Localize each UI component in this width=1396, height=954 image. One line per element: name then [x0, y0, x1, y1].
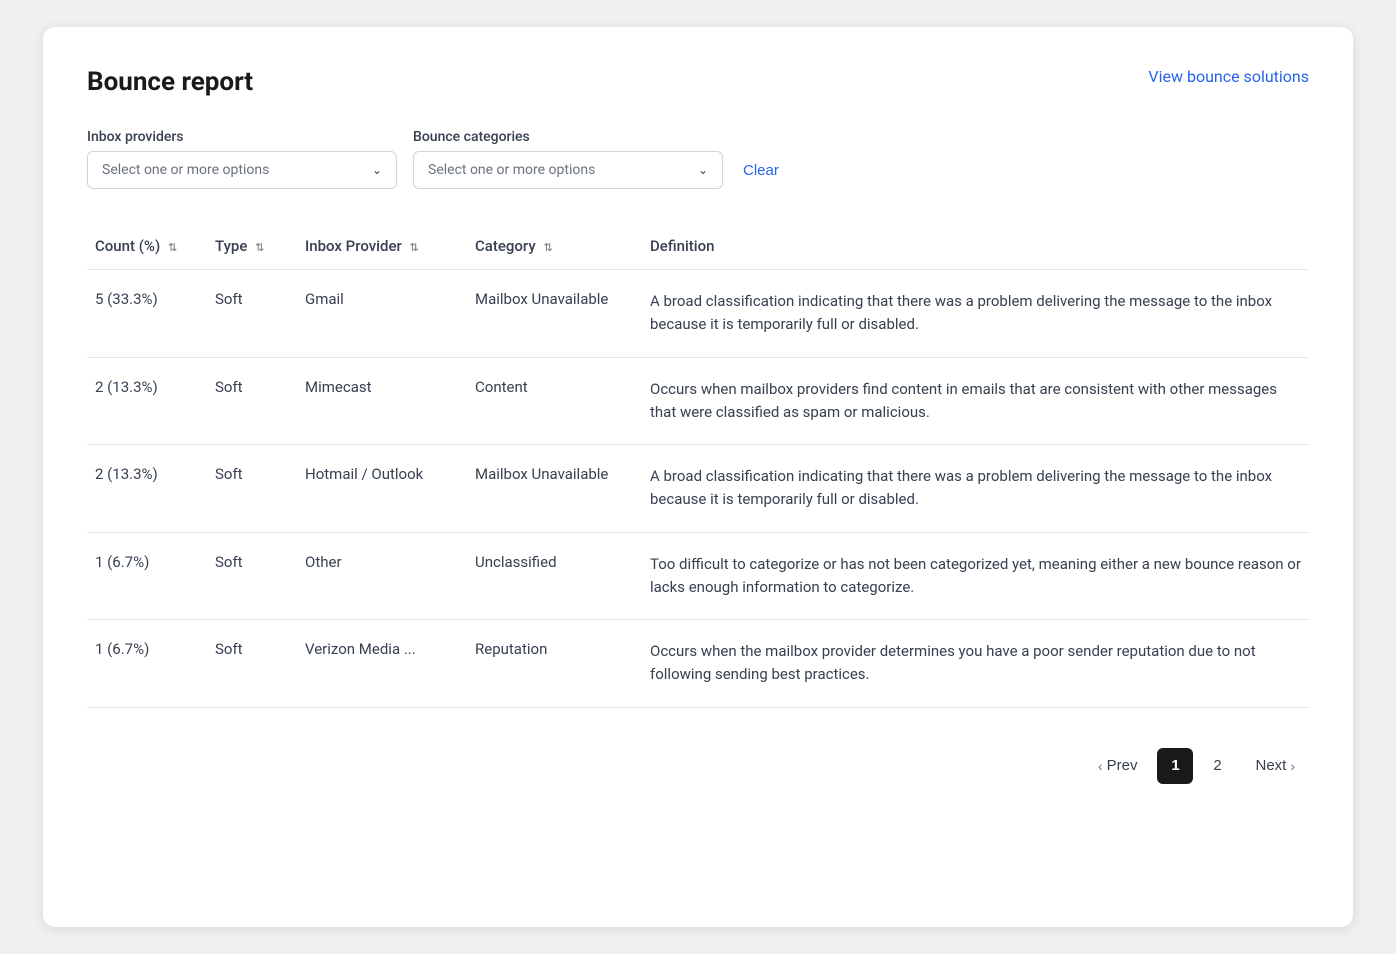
table-row: 2 (13.3%) Soft Hotmail / Outlook Mailbox…	[87, 445, 1309, 533]
bounce-report-card: Bounce report View bounce solutions Inbo…	[43, 27, 1353, 927]
view-solutions-link[interactable]: View bounce solutions	[1148, 67, 1309, 86]
cell-category-1: Content	[467, 357, 642, 445]
sort-icon-count[interactable]: ⇅	[168, 241, 177, 254]
cell-provider-3: Other	[297, 532, 467, 620]
cell-type-1: Soft	[207, 357, 297, 445]
cell-provider-2: Hotmail / Outlook	[297, 445, 467, 533]
bounce-table: Count (%) ⇅ Type ⇅ Inbox Provider ⇅ Cate…	[87, 225, 1309, 708]
cell-count-0: 5 (33.3%)	[87, 270, 207, 358]
col-header-count: Count (%) ⇅	[87, 225, 207, 270]
filters-bar: Inbox providers Select one or more optio…	[87, 129, 1309, 189]
cell-count-2: 2 (13.3%)	[87, 445, 207, 533]
sort-icon-type[interactable]: ⇅	[255, 241, 264, 254]
cell-definition-4: Occurs when the mailbox provider determi…	[642, 620, 1309, 708]
table-row: 5 (33.3%) Soft Gmail Mailbox Unavailable…	[87, 270, 1309, 358]
chevron-left-icon: ‹	[1098, 758, 1103, 774]
sort-icon-provider[interactable]: ⇅	[410, 241, 419, 254]
page-2-button[interactable]: 2	[1199, 748, 1235, 784]
inbox-providers-select[interactable]: Select one or more options ⌄	[87, 151, 397, 189]
cell-count-3: 1 (6.7%)	[87, 532, 207, 620]
col-header-category: Category ⇅	[467, 225, 642, 270]
inbox-providers-label: Inbox providers	[87, 129, 397, 145]
pagination: ‹ Prev 1 2 Next ›	[87, 740, 1309, 784]
cell-type-0: Soft	[207, 270, 297, 358]
prev-button[interactable]: ‹ Prev	[1084, 749, 1152, 782]
page-title: Bounce report	[87, 67, 253, 97]
cell-count-1: 2 (13.3%)	[87, 357, 207, 445]
cell-type-4: Soft	[207, 620, 297, 708]
cell-category-0: Mailbox Unavailable	[467, 270, 642, 358]
table-row: 1 (6.7%) Soft Other Unclassified Too dif…	[87, 532, 1309, 620]
cell-definition-3: Too difficult to categorize or has not b…	[642, 532, 1309, 620]
table-header-row: Count (%) ⇅ Type ⇅ Inbox Provider ⇅ Cate…	[87, 225, 1309, 270]
cell-definition-1: Occurs when mailbox providers find conte…	[642, 357, 1309, 445]
inbox-providers-filter: Inbox providers Select one or more optio…	[87, 129, 397, 189]
page-header: Bounce report View bounce solutions	[87, 67, 1309, 97]
cell-definition-2: A broad classification indicating that t…	[642, 445, 1309, 533]
chevron-down-icon: ⌄	[372, 163, 382, 177]
col-header-definition: Definition	[642, 225, 1309, 270]
cell-provider-0: Gmail	[297, 270, 467, 358]
inbox-providers-placeholder: Select one or more options	[102, 162, 269, 178]
cell-type-3: Soft	[207, 532, 297, 620]
cell-provider-1: Mimecast	[297, 357, 467, 445]
sort-icon-category[interactable]: ⇅	[543, 241, 552, 254]
col-header-type: Type ⇅	[207, 225, 297, 270]
bounce-categories-label: Bounce categories	[413, 129, 723, 145]
bounce-categories-filter: Bounce categories Select one or more opt…	[413, 129, 723, 189]
cell-category-2: Mailbox Unavailable	[467, 445, 642, 533]
cell-type-2: Soft	[207, 445, 297, 533]
bounce-categories-select[interactable]: Select one or more options ⌄	[413, 151, 723, 189]
chevron-down-icon-2: ⌄	[698, 163, 708, 177]
table-row: 2 (13.3%) Soft Mimecast Content Occurs w…	[87, 357, 1309, 445]
page-1-button[interactable]: 1	[1157, 748, 1193, 784]
cell-category-4: Reputation	[467, 620, 642, 708]
cell-provider-4: Verizon Media ...	[297, 620, 467, 708]
table-row: 1 (6.7%) Soft Verizon Media ... Reputati…	[87, 620, 1309, 708]
cell-definition-0: A broad classification indicating that t…	[642, 270, 1309, 358]
chevron-right-icon: ›	[1290, 758, 1295, 774]
bounce-categories-placeholder: Select one or more options	[428, 162, 595, 178]
cell-count-4: 1 (6.7%)	[87, 620, 207, 708]
next-button[interactable]: Next ›	[1241, 749, 1309, 782]
col-header-provider: Inbox Provider ⇅	[297, 225, 467, 270]
clear-button[interactable]: Clear	[739, 152, 783, 189]
cell-category-3: Unclassified	[467, 532, 642, 620]
